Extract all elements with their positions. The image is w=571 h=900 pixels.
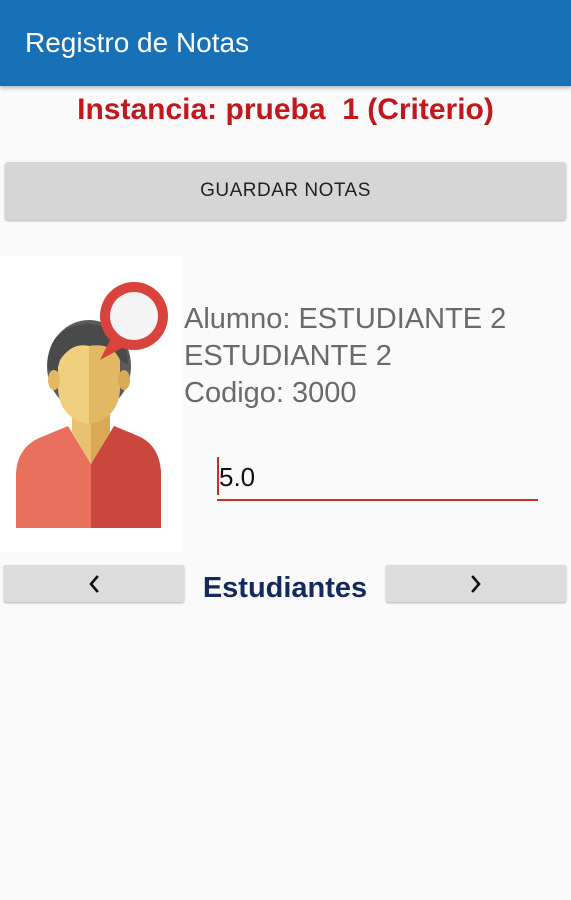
- grade-input[interactable]: 5.0: [217, 455, 538, 501]
- previous-student-button[interactable]: [4, 565, 184, 602]
- students-label: Estudiantes: [202, 572, 368, 604]
- grade-value: 5.0: [219, 462, 256, 492]
- chevron-right-icon: [471, 574, 481, 593]
- student-info: Alumno: ESTUDIANTE 2 ESTUDIANTE 2 Codigo…: [184, 301, 564, 412]
- student-avatar: [0, 256, 183, 552]
- app-bar: Registro de Notas: [0, 0, 571, 86]
- save-grades-button[interactable]: GUARDAR NOTAS: [5, 162, 566, 220]
- student-code: Codigo: 3000: [184, 377, 357, 409]
- student-avatar-icon: [16, 282, 168, 528]
- app-title: Registro de Notas: [25, 27, 250, 58]
- chevron-left-icon: [89, 574, 99, 593]
- next-student-button[interactable]: [386, 565, 566, 602]
- student-name-line-1: Alumno: ESTUDIANTE 2: [184, 303, 507, 335]
- instance-title: Instancia: prueba 1 (Criterio): [77, 93, 494, 126]
- student-name-line-2: ESTUDIANTE 2: [184, 340, 392, 372]
- app-screen: Registro de Notas Instancia: prueba 1 (C…: [0, 0, 571, 900]
